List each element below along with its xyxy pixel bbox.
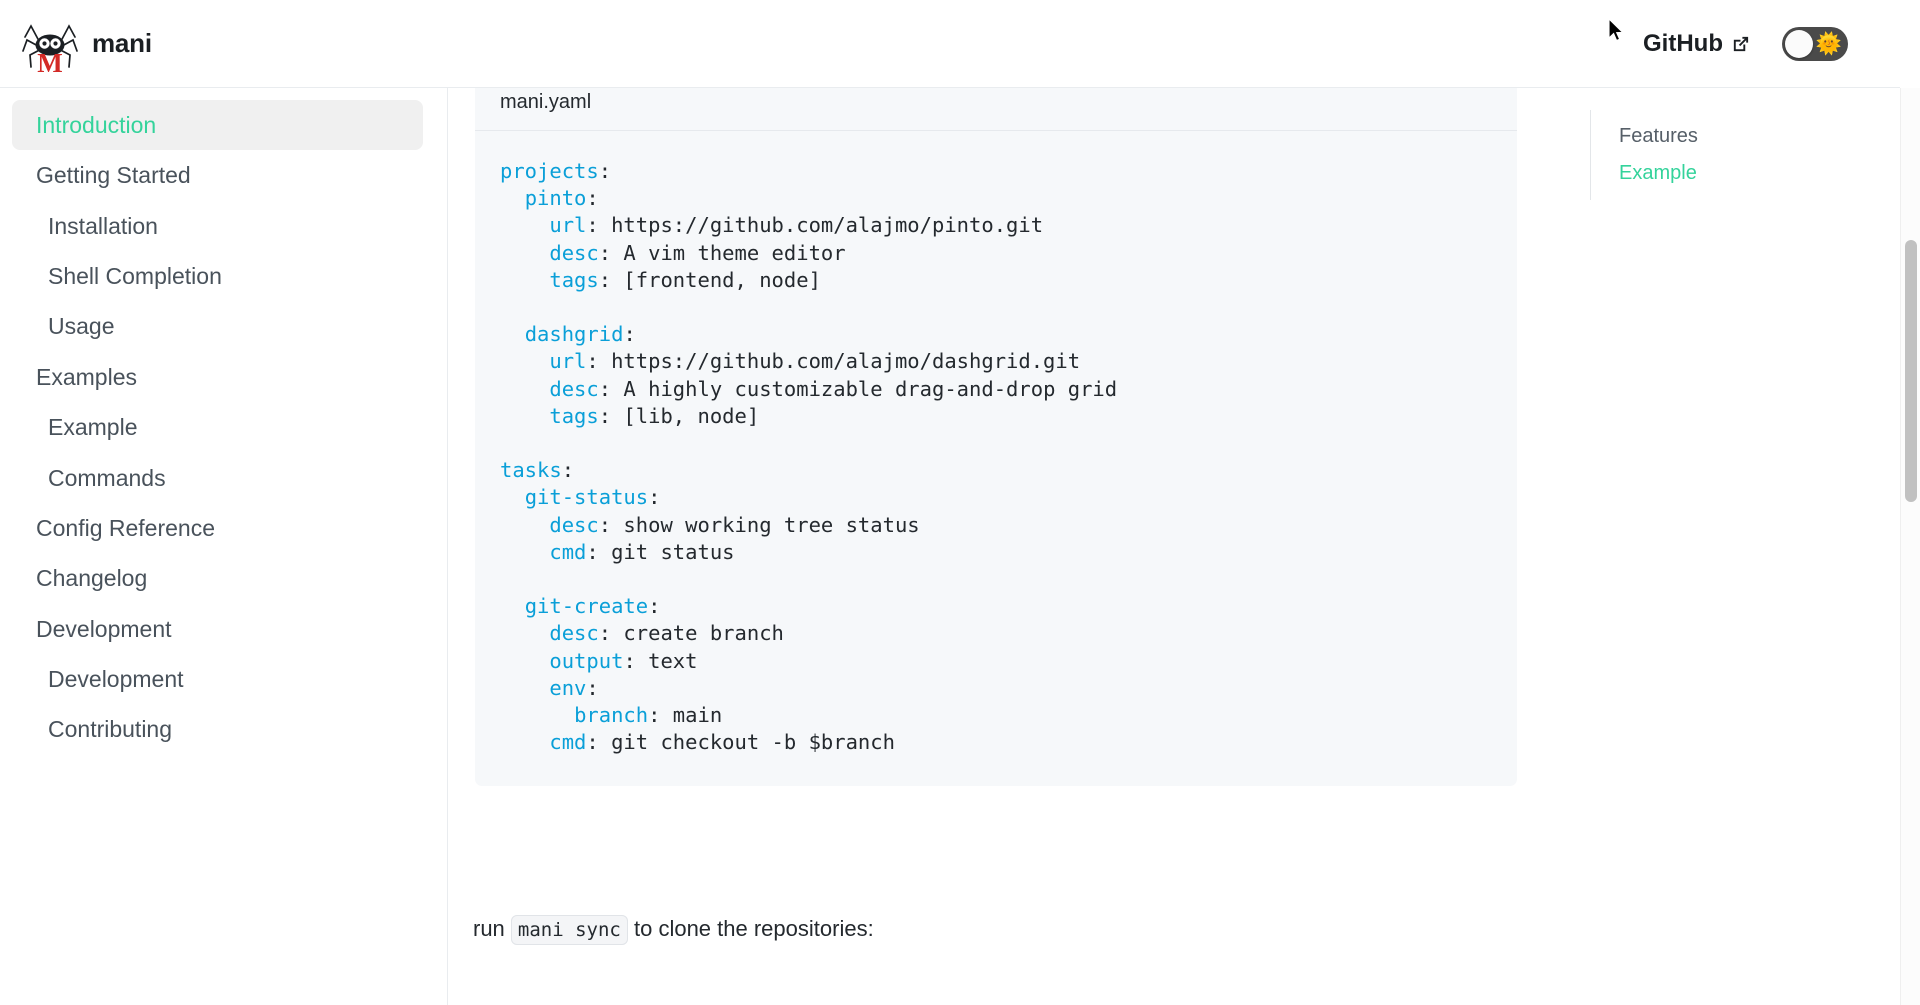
brand-name: mani [92,28,152,58]
sidebar-item-label: Getting Started [36,162,191,189]
main-content: mani.yaml projects: pinto: url: https://… [449,88,1569,1005]
svg-text:M: M [37,48,62,73]
yaml-key: desc [549,240,599,265]
sidebar-item-label: Contributing [48,716,173,743]
site-header: M mani GitHub 🌞 [0,0,1900,88]
inline-code-mani-sync: mani sync [510,915,628,945]
yaml-key: desc [549,621,599,646]
code-block-filename: mani.yaml [475,88,1517,131]
yaml-key: env [549,675,587,700]
sidebar-item-label: Changelog [36,565,148,592]
external-link-icon [1733,36,1749,52]
sidebar-item-label: Development [36,615,172,642]
table-of-contents: Features Example [1566,88,1900,1005]
sun-icon: 🌞 [1815,32,1842,55]
sidebar-item-label: Commands [48,464,166,491]
sidebar-item-label: Installation [48,212,158,239]
yaml-key: git-create [524,594,649,619]
sidebar-item-shell-completion[interactable]: Shell Completion [12,251,423,301]
toc-list: Features Example [1590,110,1900,200]
yaml-key: url [549,349,587,374]
toc-link-features[interactable]: Features [1619,118,1900,155]
yaml-key: desc [549,376,599,401]
sidebar-item-examples[interactable]: Examples [12,352,423,402]
yaml-key: pinto [524,186,587,211]
sidebar-item-commands[interactable]: Commands [12,453,423,503]
sidebar-item-label: Usage [48,313,115,340]
paragraph-before: run [473,916,511,941]
github-link[interactable]: GitHub [1643,30,1750,58]
sidebar-item-label: Examples [36,363,137,390]
yaml-key: git-status [524,485,649,510]
sidebar-item-development[interactable]: Development [12,604,423,654]
yaml-key: projects [500,159,599,183]
sidebar-item-label: Shell Completion [48,263,222,290]
sidebar-item-changelog[interactable]: Changelog [12,553,423,603]
yaml-key: tags [549,267,599,292]
sidebar-item-label: Development [48,665,184,692]
github-label: GitHub [1643,29,1723,57]
page-scrollbar-track[interactable] [1900,88,1920,1005]
yaml-key: desc [549,512,599,537]
brand-home-link[interactable]: M mani [22,15,152,73]
instruction-paragraph: run mani sync to clone the repositories: [473,912,874,945]
yaml-key: url [549,213,587,238]
sidebar-item-usage[interactable]: Usage [12,301,423,351]
page-scrollbar-thumb[interactable] [1905,240,1917,502]
spider-logo-icon: M [22,23,78,73]
sidebar-item-contributing[interactable]: Contributing [12,704,423,754]
toc-link-example[interactable]: Example [1619,155,1900,192]
yaml-key: cmd [549,730,587,755]
sidebar-item-getting-started[interactable]: Getting Started [12,150,423,200]
yaml-key: tags [549,403,599,428]
sidebar-item-introduction[interactable]: Introduction [12,100,423,151]
code-block: mani.yaml projects: pinto: url: https://… [475,88,1517,787]
sidebar-item-label: Config Reference [36,514,215,541]
sidebar-item-label: Example [48,414,138,441]
sidebar-item-development[interactable]: Development [12,654,423,704]
yaml-key: tasks [500,458,562,483]
sidebar-item-example[interactable]: Example [12,402,423,452]
yaml-key: output [549,648,624,673]
yaml-key: dashgrid [524,322,624,347]
docs-sidebar: Introduction Getting Started Installation S… [0,88,448,1005]
code-block-content[interactable]: projects: pinto: url: https://github.com… [475,131,1517,786]
paragraph-after: to clone the repositories: [627,916,874,941]
sidebar-item-config-reference[interactable]: Config Reference [12,503,423,553]
sidebar-item-label: Introduction [36,112,157,138]
theme-toggle-knob [1785,29,1813,58]
header-actions: GitHub 🌞 [1643,26,1848,61]
theme-toggle[interactable]: 🌞 [1782,26,1848,61]
yaml-key: cmd [549,539,587,564]
yaml-key: branch [574,703,649,728]
sidebar-item-installation[interactable]: Installation [12,201,423,251]
